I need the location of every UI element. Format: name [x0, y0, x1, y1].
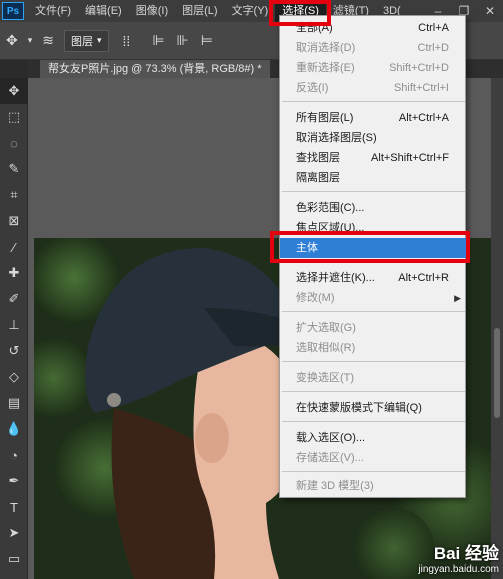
- menu-item-label: 存储选区(V)...: [296, 452, 364, 464]
- path-select-tool-icon[interactable]: ➤: [0, 520, 28, 546]
- align-center-icon[interactable]: ⊪: [171, 22, 195, 60]
- lasso-tool-icon[interactable]: ◌: [0, 130, 28, 156]
- menu-item-load-selection[interactable]: 载入选区(O)...: [280, 428, 467, 448]
- align-left-icon[interactable]: ⊫: [146, 22, 170, 60]
- menu-item-label: 色彩范围(C)...: [296, 202, 365, 214]
- menu-item-label: 选择并遮住(K)...: [296, 272, 375, 284]
- move-tool-icon[interactable]: ✥: [0, 78, 28, 104]
- menu-item-label: 隔离图层: [296, 172, 340, 184]
- menu-separator: [282, 311, 465, 312]
- watermark-brand: Bai 经验: [433, 544, 499, 563]
- baidu-jingyan-watermark: Bai 经验 jingyan.baidu.com: [418, 539, 499, 575]
- submenu-arrow-icon: ▶: [454, 293, 461, 303]
- menu-item-label: 新建 3D 模型(3): [296, 480, 374, 492]
- menu-separator: [282, 191, 465, 192]
- menu-item-label: 变换选区(T): [296, 372, 355, 384]
- menu-item-all-layers[interactable]: 所有图层(L) Alt+Ctrl+A: [280, 108, 467, 128]
- menu-item-label: 取消选择图层(S): [296, 132, 377, 144]
- close-icon[interactable]: ✕: [477, 0, 503, 22]
- brush-tool-icon[interactable]: ✐: [0, 286, 28, 312]
- menu-item-isolate-layers[interactable]: 隔离图层: [280, 168, 467, 188]
- menu-item-shortcut: Alt+Ctrl+A: [398, 112, 449, 124]
- menu-item-deselect-layers[interactable]: 取消选择图层(S): [280, 128, 467, 148]
- menu-separator: [282, 471, 465, 472]
- transform-grid-icon[interactable]: ⁞⁞: [117, 22, 137, 60]
- menu-item-shortcut: Shift+Ctrl+D: [389, 62, 449, 74]
- menu-item-shortcut: Ctrl+A: [418, 22, 449, 34]
- photoshop-logo: Ps: [2, 2, 24, 20]
- menu-item-inverse[interactable]: 反选(I) Shift+Ctrl+I: [280, 78, 467, 98]
- menu-item-label: 所有图层(L): [296, 112, 354, 124]
- stamp-tool-icon[interactable]: ⊥: [0, 312, 28, 338]
- auto-select-dropdown[interactable]: 图层 ▾: [64, 29, 109, 52]
- dodge-tool-icon[interactable]: ◔: [0, 442, 28, 468]
- rectangle-tool-icon[interactable]: ▭: [0, 546, 28, 572]
- gradient-tool-icon[interactable]: ▤: [0, 390, 28, 416]
- auto-select-value: 图层: [71, 35, 93, 48]
- menu-item-label: 取消选择(D): [296, 42, 356, 54]
- quick-select-tool-icon[interactable]: ✎: [0, 156, 28, 182]
- layer-stack-icon[interactable]: ≋: [36, 22, 60, 60]
- menu-item-shortcut: Alt+Shift+Ctrl+F: [371, 152, 449, 164]
- menu-item-label: 选取相似(R): [296, 342, 356, 354]
- align-right-icon[interactable]: ⊨: [195, 22, 219, 60]
- menu-item-grow[interactable]: 扩大选取(G): [280, 318, 467, 338]
- menu-item-modify[interactable]: 修改(M) ▶: [280, 288, 467, 308]
- menu-item-shortcut: Shift+Ctrl+I: [393, 82, 449, 94]
- menu-item-reselect[interactable]: 重新选择(E) Shift+Ctrl+D: [280, 58, 467, 78]
- menu-item-similar[interactable]: 选取相似(R): [280, 338, 467, 358]
- menu-item-label: 重新选择(E): [296, 62, 355, 74]
- vertical-scrollbar[interactable]: [491, 78, 503, 579]
- menu-item-label: 修改(M): [296, 292, 335, 304]
- menu-separator: [282, 391, 465, 392]
- menu-item-label: 查找图层: [296, 152, 340, 164]
- frame-tool-icon[interactable]: ⊠: [0, 208, 28, 234]
- marquee-tool-icon[interactable]: ⬚: [0, 104, 28, 130]
- menu-item-label: 反选(I): [296, 82, 329, 94]
- menu-image[interactable]: 图像(I): [129, 0, 175, 22]
- chevron-down-icon: ▾: [97, 35, 102, 45]
- annotation-box-subject-item: [270, 231, 470, 263]
- menu-item-color-range[interactable]: 色彩范围(C)...: [280, 198, 467, 218]
- menu-item-new-3d-model[interactable]: 新建 3D 模型(3): [280, 476, 467, 496]
- menu-layer[interactable]: 图层(L): [175, 0, 224, 22]
- pen-tool-icon[interactable]: ✒: [0, 468, 28, 494]
- menu-item-label: 在快速蒙版模式下编辑(Q): [296, 402, 422, 414]
- menu-file[interactable]: 文件(F): [28, 0, 78, 22]
- menu-item-transform-selection[interactable]: 变换选区(T): [280, 368, 467, 388]
- menu-type[interactable]: 文字(Y): [225, 0, 276, 22]
- menu-separator: [282, 421, 465, 422]
- document-tab[interactable]: 帮女友P照片.jpg @ 73.3% (背景, RGB/8#) *: [40, 60, 270, 78]
- menu-item-label: 载入选区(O)...: [296, 432, 366, 444]
- menu-item-select-and-mask[interactable]: 选择并遮住(K)... Alt+Ctrl+R: [280, 268, 467, 288]
- menu-item-deselect[interactable]: 取消选择(D) Ctrl+D: [280, 38, 467, 58]
- menu-edit[interactable]: 编辑(E): [78, 0, 129, 22]
- menu-item-shortcut: Alt+Ctrl+R: [398, 272, 449, 284]
- eyedropper-tool-icon[interactable]: ⁄: [0, 234, 28, 260]
- menu-item-shortcut: Ctrl+D: [417, 42, 449, 54]
- healing-tool-icon[interactable]: ✚: [0, 260, 28, 286]
- blur-tool-icon[interactable]: 💧: [0, 416, 28, 442]
- chevron-down-icon[interactable]: ▾: [24, 22, 37, 60]
- move-icon[interactable]: ✥: [0, 22, 24, 60]
- annotation-box-select-menu: [269, 0, 331, 26]
- watermark-url: jingyan.baidu.com: [418, 564, 499, 575]
- menu-separator: [282, 361, 465, 362]
- scrollbar-thumb[interactable]: [494, 328, 500, 418]
- type-tool-icon[interactable]: T: [0, 494, 28, 520]
- menu-separator: [282, 101, 465, 102]
- menu-item-find-layers[interactable]: 查找图层 Alt+Shift+Ctrl+F: [280, 148, 467, 168]
- document-title: 帮女友P照片.jpg @ 73.3% (背景, RGB/8#) *: [48, 63, 262, 75]
- tools-panel: ✥ ⬚ ◌ ✎ ⌗ ⊠ ⁄ ✚ ✐ ⊥ ↺ ◇ ▤ 💧 ◔ ✒ T ➤ ▭: [0, 78, 28, 579]
- crop-tool-icon[interactable]: ⌗: [0, 182, 28, 208]
- menu-item-quick-mask[interactable]: 在快速蒙版模式下编辑(Q): [280, 398, 467, 418]
- eraser-tool-icon[interactable]: ◇: [0, 364, 28, 390]
- menu-item-label: 扩大选取(G): [296, 322, 356, 334]
- menu-item-save-selection[interactable]: 存储选区(V)...: [280, 448, 467, 468]
- history-brush-tool-icon[interactable]: ↺: [0, 338, 28, 364]
